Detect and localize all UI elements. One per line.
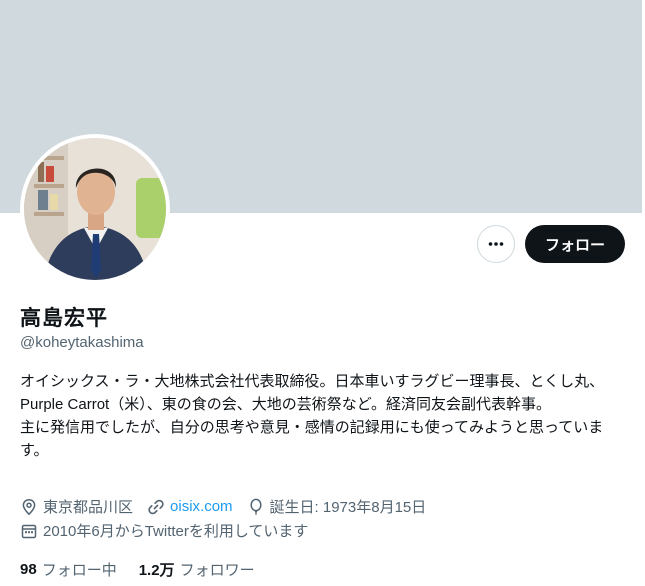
profile-joined: 2010年6月からTwitterを利用しています — [43, 523, 309, 540]
avatar-photo — [24, 138, 166, 280]
profile-handle: @koheytakashima — [20, 334, 144, 351]
more-icon — [488, 242, 504, 246]
profile-name: 高島宏平 — [20, 307, 108, 330]
balloon-icon — [247, 498, 265, 516]
profile-birthday: 誕生日: 1973年8月15日 — [269, 499, 427, 516]
profile-joined-row: 2010年6月からTwitterを利用しています — [20, 520, 308, 541]
profile-meta-row: 東京都品川区 oisix.com 誕生日: 1973年8月15日 — [20, 496, 426, 517]
profile-website-link[interactable]: oisix.com — [170, 498, 233, 515]
profile-location: 東京都品川区 — [43, 499, 134, 516]
follow-button[interactable]: フォロー — [525, 225, 625, 263]
following-label: フォロー中 — [41, 562, 117, 579]
profile-bio: オイシックス・ラ・大地株式会社代表取締役。日本車いすラグビー理事長、とくし丸、P… — [20, 373, 605, 459]
followers-count: 1.2万 — [138, 562, 175, 579]
followers-link[interactable]: 1.2万 フォロワー — [139, 559, 255, 580]
link-icon — [147, 498, 165, 516]
follow-stats: 98 フォロー中 1.2万 フォロワー — [20, 559, 277, 580]
more-options-button[interactable] — [477, 225, 515, 263]
following-link[interactable]: 98 フォロー中 — [20, 559, 117, 580]
followers-label: フォロワー — [179, 562, 255, 579]
following-count: 98 — [20, 561, 37, 578]
avatar[interactable] — [20, 134, 170, 284]
calendar-icon — [20, 522, 38, 540]
location-icon — [20, 498, 38, 516]
